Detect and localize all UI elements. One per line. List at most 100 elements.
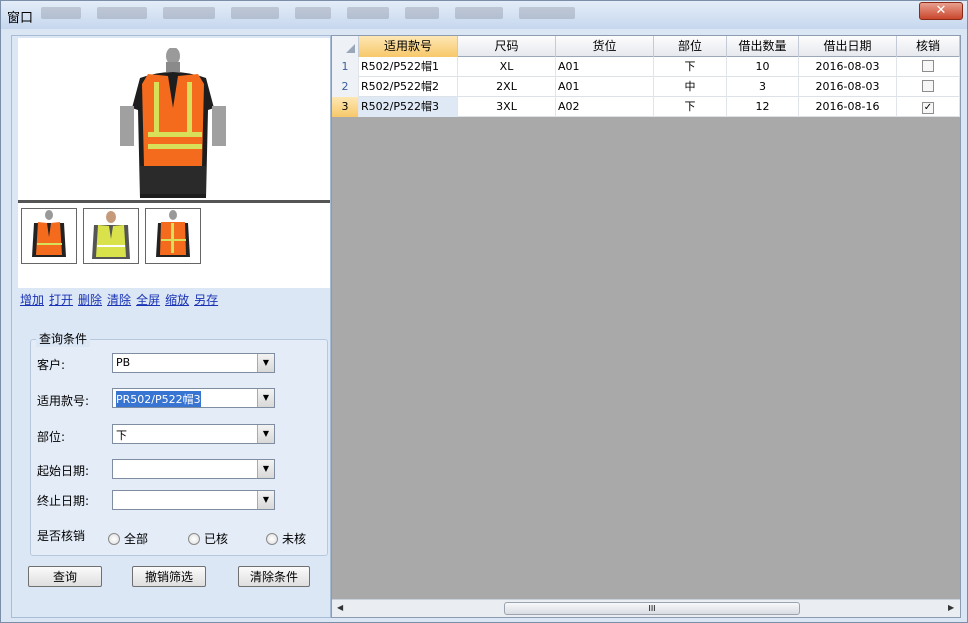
start-date-combo[interactable]: ▼	[112, 459, 275, 479]
col-header-part[interactable]: 部位	[654, 36, 727, 57]
app-window: 窗口 ✕ 增加 打开 删除 清除 全屏 缩放 另存 查询条件 客户: PB ▼ …	[0, 0, 968, 623]
cell-location[interactable]: A01	[556, 77, 654, 97]
vest-thumbnail-image	[32, 210, 66, 257]
scroll-thumb[interactable]: III	[504, 602, 800, 615]
cell-style[interactable]: R502/P522帽3	[359, 97, 458, 117]
part-combo[interactable]: 下 ▼	[112, 424, 275, 444]
cell-part[interactable]: 中	[654, 77, 727, 97]
scroll-left-icon[interactable]: ◀	[337, 603, 343, 612]
radio-verified[interactable]: 已核	[188, 530, 228, 547]
cell-size[interactable]: 3XL	[458, 97, 556, 117]
col-header-style[interactable]: 适用款号	[359, 36, 458, 57]
col-header-date[interactable]: 借出日期	[799, 36, 897, 57]
link-open[interactable]: 打开	[49, 291, 73, 308]
data-grid: 适用款号 尺码 货位 部位 借出数量 借出日期 核销 1 R502/P522帽1 X…	[331, 35, 961, 618]
close-icon: ✕	[935, 3, 947, 18]
col-header-size[interactable]: 尺码	[458, 36, 556, 57]
customer-label: 客户:	[37, 358, 66, 372]
row-number[interactable]: 3	[332, 97, 359, 117]
title-bar[interactable]: 窗口 ✕	[1, 1, 967, 29]
row-number[interactable]: 1	[332, 57, 359, 77]
cell-style[interactable]: R502/P522帽1	[359, 57, 458, 77]
customer-combo[interactable]: PB ▼	[112, 353, 275, 373]
photo-divider	[18, 200, 330, 203]
cell-writeoff	[897, 57, 960, 77]
cell-date[interactable]: 2016-08-16	[799, 97, 897, 117]
chevron-down-icon[interactable]: ▼	[257, 425, 274, 443]
grid-body: 1 R502/P522帽1 XL A01 下 10 2016-08-03 2 R502/P522…	[332, 57, 960, 117]
chevron-down-icon[interactable]: ▼	[257, 354, 274, 372]
select-all-corner[interactable]	[332, 36, 359, 57]
style-value: PR502/P522帽3	[116, 391, 201, 407]
col-header-qty[interactable]: 借出数量	[727, 36, 799, 57]
vest-back-thumbnail-image	[156, 210, 190, 257]
cancel-filter-button[interactable]: 撤销筛选	[132, 566, 206, 587]
link-clear[interactable]: 清除	[107, 291, 131, 308]
scroll-right-icon[interactable]: ▶	[948, 603, 954, 612]
photo-viewer[interactable]	[18, 38, 330, 288]
query-group-legend: 查询条件	[36, 330, 91, 347]
style-label: 适用款号:	[37, 394, 90, 408]
table-row[interactable]: 1 R502/P522帽1 XL A01 下 10 2016-08-03	[332, 57, 960, 77]
writeoff-label: 是否核销	[37, 529, 86, 543]
cell-size[interactable]: 2XL	[458, 77, 556, 97]
radio-all-circle[interactable]	[108, 532, 120, 545]
row-number[interactable]: 2	[332, 77, 359, 97]
chevron-down-icon[interactable]: ▼	[257, 491, 274, 509]
thumbnail-2[interactable]	[83, 208, 139, 264]
col-header-writeoff[interactable]: 核销	[897, 36, 960, 57]
cell-qty[interactable]: 10	[727, 57, 799, 77]
cell-date[interactable]: 2016-08-03	[799, 57, 897, 77]
customer-value: PB	[116, 356, 131, 369]
clear-conditions-button[interactable]: 清除条件	[238, 566, 310, 587]
horizontal-scrollbar[interactable]: ◀ III ▶	[332, 599, 960, 617]
cell-qty[interactable]: 3	[727, 77, 799, 97]
table-row[interactable]: 3 R502/P522帽3 3XL A02 下 12 2016-08-16 ✓	[332, 97, 960, 117]
col-header-location[interactable]: 货位	[556, 36, 654, 57]
left-panel: 增加 打开 删除 清除 全屏 缩放 另存 查询条件 客户: PB ▼ 适用款号:…	[11, 35, 331, 618]
checkmark-icon[interactable]: ✓	[922, 102, 934, 114]
link-fullscreen[interactable]: 全屏	[136, 291, 160, 308]
style-combo[interactable]: PR502/P522帽3 ▼	[112, 388, 275, 408]
radio-verified-circle[interactable]	[188, 532, 200, 545]
cell-part[interactable]: 下	[654, 57, 727, 77]
window-title: 窗口	[7, 11, 34, 26]
cell-date[interactable]: 2016-08-03	[799, 77, 897, 97]
query-button[interactable]: 查询	[28, 566, 102, 587]
part-label: 部位:	[37, 430, 66, 444]
cell-size[interactable]: XL	[458, 57, 556, 77]
background-toolbar	[41, 7, 701, 23]
link-delete[interactable]: 删除	[78, 291, 102, 308]
grid-header: 适用款号 尺码 货位 部位 借出数量 借出日期 核销	[332, 36, 960, 57]
part-value: 下	[116, 429, 127, 442]
cell-qty[interactable]: 12	[727, 97, 799, 117]
radio-all-label: 全部	[124, 532, 149, 546]
radio-unverified-circle[interactable]	[266, 532, 278, 545]
radio-all[interactable]: 全部	[108, 530, 148, 547]
start-date-label: 起始日期:	[37, 464, 90, 478]
end-date-label: 终止日期:	[37, 494, 90, 508]
yellow-vest-thumbnail-image	[92, 211, 130, 259]
link-save-as[interactable]: 另存	[194, 291, 218, 308]
photo-action-links: 增加 打开 删除 清除 全屏 缩放 另存	[20, 291, 218, 308]
close-button[interactable]: ✕	[919, 2, 963, 20]
link-zoom[interactable]: 缩放	[165, 291, 189, 308]
checkbox-unchecked[interactable]	[922, 80, 934, 92]
cell-writeoff: ✓	[897, 97, 960, 117]
table-row[interactable]: 2 R502/P522帽2 2XL A01 中 3 2016-08-03	[332, 77, 960, 97]
cell-part[interactable]: 下	[654, 97, 727, 117]
thumbnail-1[interactable]	[21, 208, 77, 264]
cell-location[interactable]: A02	[556, 97, 654, 117]
cell-writeoff	[897, 77, 960, 97]
thumbnail-3[interactable]	[145, 208, 201, 264]
cell-style[interactable]: R502/P522帽2	[359, 77, 458, 97]
radio-unverified[interactable]: 未核	[266, 530, 306, 547]
chevron-down-icon[interactable]: ▼	[257, 460, 274, 478]
link-add[interactable]: 增加	[20, 291, 44, 308]
chevron-down-icon[interactable]: ▼	[257, 389, 274, 407]
cell-location[interactable]: A01	[556, 57, 654, 77]
radio-verified-label: 已核	[204, 532, 229, 546]
checkbox-unchecked[interactable]	[922, 60, 934, 72]
end-date-combo[interactable]: ▼	[112, 490, 275, 510]
main-product-photo	[120, 48, 226, 198]
